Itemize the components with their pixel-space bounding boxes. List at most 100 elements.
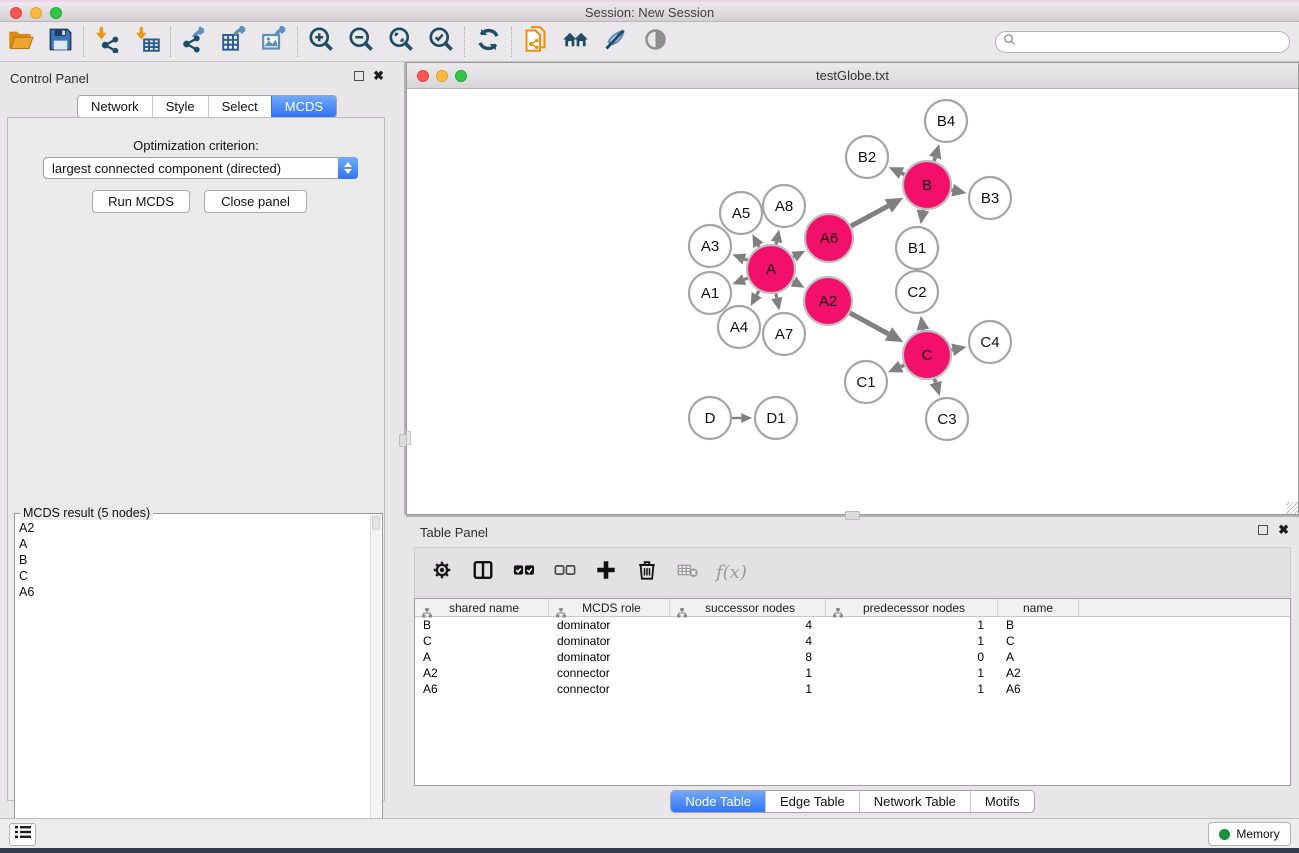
function-builder-button[interactable]: f(x): [716, 562, 747, 583]
graph-edge-A-A4[interactable]: [757, 291, 759, 295]
export-image-button[interactable]: [254, 25, 294, 59]
tab-select[interactable]: Select: [208, 96, 271, 117]
graph-edge-B-B4[interactable]: [934, 158, 935, 161]
tab-mcds[interactable]: MCDS: [271, 96, 336, 117]
table-cell[interactable]: connector: [549, 665, 670, 681]
delete-table-button[interactable]: [675, 559, 701, 585]
canvas-edge-handle[interactable]: [406, 431, 411, 445]
run-mcds-button[interactable]: Run MCDS: [92, 190, 190, 213]
result-item[interactable]: A2: [19, 520, 368, 536]
graph-edge-B-B2[interactable]: [902, 173, 905, 174]
result-item[interactable]: B: [19, 552, 368, 568]
table-cell[interactable]: 1: [670, 665, 826, 681]
table-cell[interactable]: C: [998, 633, 1079, 649]
zoom-out-button[interactable]: [341, 25, 381, 59]
network-canvas[interactable]: AA1A2A3A4A5A6A7A8BB1B2B3B4CC1C2C3C4DD1: [407, 89, 1298, 514]
table-cell[interactable]: C: [415, 633, 549, 649]
table-cell[interactable]: A6: [998, 681, 1079, 697]
show-columns-button[interactable]: [470, 559, 496, 585]
table-cell[interactable]: 1: [826, 665, 998, 681]
search-input[interactable]: [995, 31, 1290, 53]
deselect-all-button[interactable]: [552, 559, 578, 585]
graph-edge-A-A3[interactable]: [744, 259, 747, 260]
table-cell[interactable]: dominator: [549, 649, 670, 665]
zoom-fit-button[interactable]: [381, 25, 421, 59]
tab-motifs[interactable]: Motifs: [970, 791, 1034, 812]
task-history-button[interactable]: [9, 823, 36, 846]
tab-style[interactable]: Style: [152, 96, 208, 117]
tab-node-table[interactable]: Node Table: [671, 791, 765, 812]
table-cell[interactable]: 8: [670, 649, 826, 665]
criterion-dropdown[interactable]: largest connected component (directed): [43, 157, 358, 179]
table-cell[interactable]: 1: [826, 633, 998, 649]
table-cell[interactable]: A6: [415, 681, 549, 697]
table-cell[interactable]: 1: [826, 681, 998, 697]
result-scrollbar[interactable]: [370, 515, 381, 853]
table-cell[interactable]: connector: [549, 681, 670, 697]
column-header-predecessor-nodes[interactable]: predecessor nodes: [826, 599, 998, 616]
export-table-button[interactable]: [214, 25, 254, 59]
float-panel-icon[interactable]: [354, 71, 364, 81]
column-header-name[interactable]: name: [998, 599, 1079, 616]
table-row[interactable]: Cdominator41C: [415, 633, 1290, 649]
graph-edge-A2-C[interactable]: [850, 313, 888, 334]
import-network-button[interactable]: [87, 25, 127, 59]
import-table-button[interactable]: [127, 25, 167, 59]
table-row[interactable]: Adominator80A: [415, 649, 1290, 665]
add-column-button[interactable]: [593, 559, 619, 585]
table-row[interactable]: A6connector11A6: [415, 681, 1290, 697]
table-cell[interactable]: B: [998, 617, 1079, 633]
refresh-button[interactable]: [468, 25, 508, 59]
houses-button[interactable]: [555, 25, 595, 59]
table-cell[interactable]: 4: [670, 617, 826, 633]
window-resize-grip[interactable]: [1286, 502, 1298, 514]
table-cell[interactable]: A2: [998, 665, 1079, 681]
float-table-panel-icon[interactable]: [1258, 525, 1268, 535]
select-all-button[interactable]: [511, 559, 537, 585]
close-panel-button[interactable]: Close panel: [204, 190, 307, 213]
zoom-selected-button[interactable]: [421, 25, 461, 59]
table-cell[interactable]: dominator: [549, 617, 670, 633]
tab-network[interactable]: Network: [78, 96, 152, 117]
graph-edge-A-A8[interactable]: [776, 242, 777, 245]
table-cell[interactable]: 0: [826, 649, 998, 665]
toolbar-separator: [83, 27, 84, 57]
graph-edge-A-A6[interactable]: [793, 257, 794, 258]
zoom-in-button[interactable]: [301, 25, 341, 59]
close-panel-icon[interactable]: ✖: [373, 71, 384, 81]
column-header-MCDS-role[interactable]: MCDS role: [549, 599, 670, 616]
table-cell[interactable]: A: [998, 649, 1079, 665]
graphics-details-button[interactable]: [595, 25, 635, 59]
result-item[interactable]: A: [19, 536, 368, 552]
table-settings-button[interactable]: [429, 559, 455, 585]
table-cell[interactable]: A2: [415, 665, 549, 681]
result-item[interactable]: C: [19, 568, 368, 584]
table-cell[interactable]: 1: [826, 617, 998, 633]
graph-edge-A6-B[interactable]: [851, 206, 888, 226]
export-network-button[interactable]: [174, 25, 214, 59]
column-header-successor-nodes[interactable]: successor nodes: [670, 599, 826, 616]
eye-button[interactable]: [635, 25, 675, 59]
table-cell[interactable]: 4: [670, 633, 826, 649]
table-cell[interactable]: 1: [670, 681, 826, 697]
tab-edge-table[interactable]: Edge Table: [765, 791, 859, 812]
result-item[interactable]: A6: [19, 584, 368, 600]
close-table-panel-icon[interactable]: ✖: [1278, 525, 1289, 535]
graph-edge-A-A7[interactable]: [776, 294, 777, 299]
memory-button[interactable]: Memory: [1208, 822, 1291, 846]
table-cell[interactable]: A: [415, 649, 549, 665]
save-session-button[interactable]: [40, 25, 80, 59]
tab-network-table[interactable]: Network Table: [859, 791, 970, 812]
delete-column-button[interactable]: [634, 559, 660, 585]
table-row[interactable]: Bdominator41B: [415, 617, 1290, 633]
open-file-button[interactable]: [0, 25, 40, 59]
graph-edge-C-C1[interactable]: [901, 365, 904, 366]
table-cell[interactable]: B: [415, 617, 549, 633]
new-network-from-selection-button[interactable]: [515, 25, 555, 59]
column-header-shared-name[interactable]: shared name: [415, 599, 549, 616]
table-row[interactable]: A2connector11A2: [415, 665, 1290, 681]
graph-edge-A-A5[interactable]: [758, 245, 759, 247]
table-cell[interactable]: dominator: [549, 633, 670, 649]
graph-edge-A-A1[interactable]: [744, 278, 748, 279]
graph-edge-C-C3[interactable]: [934, 379, 935, 383]
